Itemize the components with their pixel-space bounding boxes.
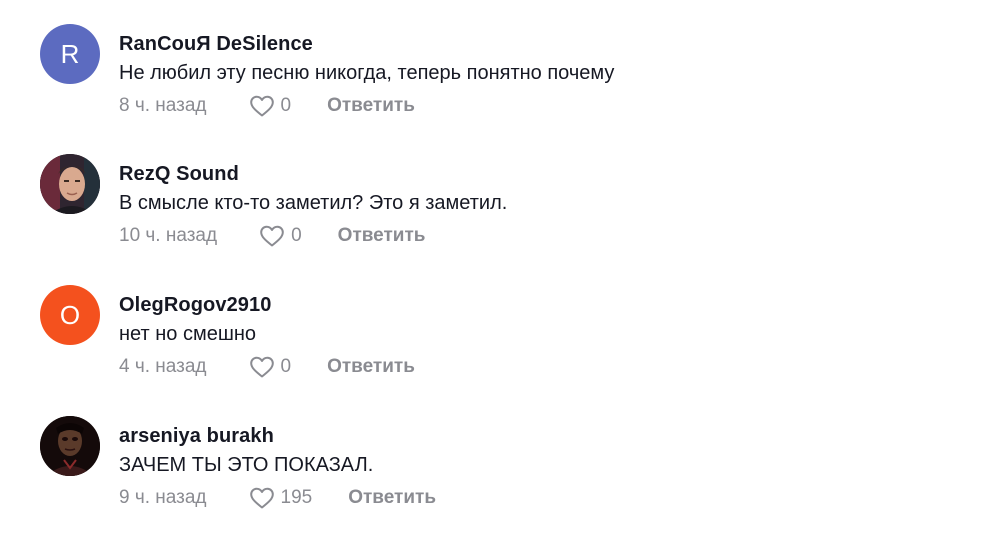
avatar[interactable] (40, 416, 100, 476)
comment-meta: 4 ч. назад 0 Ответить (119, 355, 415, 379)
like-button[interactable]: 0 (249, 94, 292, 118)
like-count: 0 (280, 356, 292, 377)
reply-button[interactable]: Ответить (327, 95, 415, 117)
comment-username[interactable]: RanCouЯ DeSilence (119, 33, 313, 56)
heart-outline-icon (249, 95, 274, 117)
comment: arseniya burakh ЗАЧЕМ ТЫ ЭТО ПОКАЗАЛ. 9 … (40, 416, 940, 516)
comment-meta: 8 ч. назад 0 Ответить (119, 94, 415, 118)
comment-username[interactable]: arseniya burakh (119, 425, 274, 448)
comment: O OlegRogov2910 нет но смешно 4 ч. назад… (40, 285, 940, 385)
comment-username[interactable]: OlegRogov2910 (119, 294, 271, 317)
comment-meta: 10 ч. назад 0 Ответить (119, 224, 425, 248)
like-button[interactable]: 195 (249, 486, 313, 510)
avatar-letter: O (59, 299, 81, 330)
avatar[interactable] (40, 154, 100, 214)
like-count: 0 (291, 225, 302, 246)
avatar[interactable]: O (40, 285, 100, 345)
comment-meta: 9 ч. назад 195 Ответить (119, 486, 436, 510)
comment-time: 9 ч. назад (119, 487, 207, 508)
like-button[interactable]: 0 (259, 224, 302, 248)
reply-button[interactable]: Ответить (327, 356, 415, 378)
avatar[interactable]: R (40, 24, 100, 84)
comment-time: 10 ч. назад (119, 225, 218, 246)
reply-button[interactable]: Ответить (338, 225, 426, 247)
comment: RezQ Sound В смысле кто-то заметил? Это … (40, 154, 940, 254)
comment-text: В смысле кто-то заметил? Это я заметил. (119, 192, 508, 214)
comment-text: ЗАЧЕМ ТЫ ЭТО ПОКАЗАЛ. (119, 454, 374, 476)
like-count: 195 (280, 487, 313, 508)
comment-text: Не любил эту песню никогда, теперь понят… (119, 62, 615, 84)
comment: R RanCouЯ DeSilence Не любил эту песню н… (40, 24, 940, 124)
reply-button[interactable]: Ответить (348, 487, 436, 509)
like-button[interactable]: 0 (249, 355, 292, 379)
like-count: 0 (280, 95, 292, 116)
comment-time: 8 ч. назад (119, 95, 207, 116)
comment-text: нет но смешно (119, 323, 257, 345)
heart-outline-icon (260, 225, 284, 247)
avatar-photo (40, 416, 100, 476)
comment-time: 4 ч. назад (119, 356, 207, 377)
heart-outline-icon (249, 356, 274, 378)
comment-username[interactable]: RezQ Sound (119, 163, 239, 186)
avatar-letter: R (60, 38, 80, 69)
heart-outline-icon (249, 487, 274, 509)
avatar-photo (40, 154, 100, 214)
